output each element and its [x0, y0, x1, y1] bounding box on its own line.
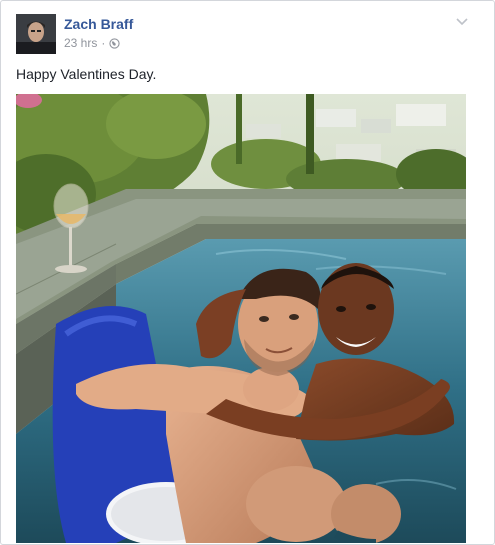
post-meta: 23 hrs ·: [64, 36, 120, 50]
chevron-down-icon[interactable]: [455, 15, 469, 27]
author-name-link[interactable]: Zach Braff: [64, 16, 133, 32]
meta-separator: ·: [101, 36, 106, 50]
post-timestamp[interactable]: 23 hrs: [64, 36, 97, 50]
post-photo[interactable]: [16, 94, 466, 543]
post-message: Happy Valentines Day.: [16, 66, 157, 82]
author-avatar[interactable]: [16, 14, 56, 54]
feed-post: Zach Braff 23 hrs · Happy Valentines Day…: [0, 0, 495, 545]
globe-icon[interactable]: [109, 38, 120, 49]
